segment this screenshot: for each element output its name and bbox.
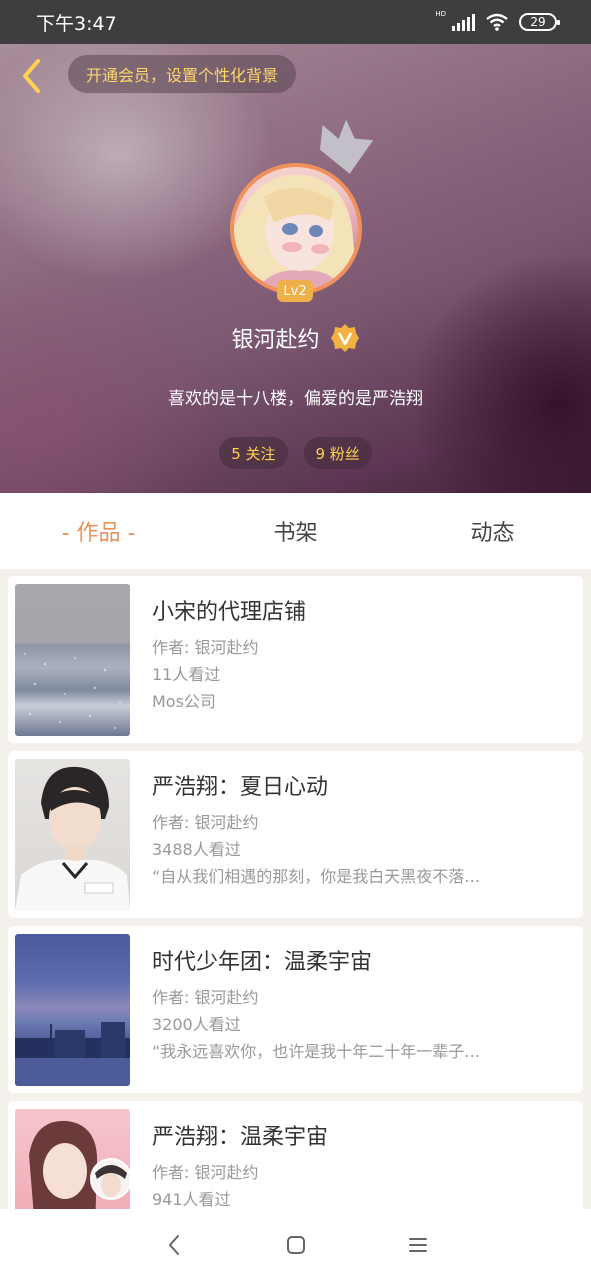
menu-icon xyxy=(408,1237,427,1252)
chevron-left-icon xyxy=(23,59,40,93)
nav-home-button[interactable] xyxy=(281,1230,311,1260)
tab-bookshelf[interactable]: 书架 xyxy=(197,493,394,569)
work-author: 作者: 银河赴约 xyxy=(152,813,259,832)
following-count[interactable]: 5 关注 xyxy=(219,437,288,469)
work-author: 作者: 银河赴约 xyxy=(152,988,259,1007)
work-title: 严浩翔：夏日心动 xyxy=(152,775,329,800)
work-description: Mos公司 xyxy=(152,692,216,711)
work-info: 严浩翔：夏日心动 作者: 银河赴约 3488人看过 “自从我们相遇的那刻，你是我… xyxy=(152,769,569,890)
work-description: “我永远喜欢你，也许是我十年二十年一辈子… xyxy=(152,1042,481,1061)
sea-sparkle-graphic xyxy=(24,653,121,729)
work-views: 11人看过 xyxy=(152,665,221,684)
cover-image xyxy=(15,759,130,911)
back-button[interactable] xyxy=(14,56,48,96)
battery-icon: 29 xyxy=(519,13,560,31)
nav-back-button[interactable] xyxy=(159,1230,189,1260)
battery-level: 29 xyxy=(530,15,546,29)
profile-bio: 喜欢的是十八楼，偏爱的是严浩翔 xyxy=(168,389,423,409)
list-item[interactable]: 小宋的代理店铺 作者: 银河赴约 11人看过 Mos公司 xyxy=(8,576,583,743)
signal-icon xyxy=(452,13,475,31)
verified-v-icon xyxy=(330,324,359,352)
work-views: 3488人看过 xyxy=(152,840,241,859)
wifi-icon xyxy=(486,13,508,31)
work-info: 严浩翔：温柔宇宙 作者: 银河赴约 941人看过 xyxy=(152,1119,569,1209)
level-badge: Lv2 xyxy=(277,280,313,302)
work-title: 严浩翔：温柔宇宙 xyxy=(152,1125,329,1150)
list-item[interactable]: 严浩翔：温柔宇宙 作者: 银河赴约 941人看过 xyxy=(8,1101,583,1209)
work-description: “自从我们相遇的那刻，你是我白天黑夜不落… xyxy=(152,867,481,886)
tab-activity[interactable]: 动态 xyxy=(394,493,591,569)
work-views: 3200人看过 xyxy=(152,1015,241,1034)
profile-tabs: - 作品 - 书架 动态 xyxy=(0,493,591,569)
list-item[interactable]: 时代少年团：温柔宇宙 作者: 银河赴约 3200人看过 “我永远喜欢你，也许是我… xyxy=(8,926,583,1093)
cover-image xyxy=(15,1109,130,1209)
cover-image xyxy=(15,584,130,736)
status-time: 下午3:47 xyxy=(36,12,117,35)
avatar[interactable] xyxy=(230,163,362,295)
status-bar: 下午3:47 HD 29 xyxy=(0,0,591,44)
work-title: 时代少年团：温柔宇宙 xyxy=(152,950,373,975)
username: 银河赴约 xyxy=(231,328,320,353)
work-info: 小宋的代理店铺 作者: 银河赴约 11人看过 Mos公司 xyxy=(152,594,569,715)
couple-portrait-graphic xyxy=(29,1120,130,1209)
harbor-skyline-graphic xyxy=(15,1022,130,1086)
work-title: 小宋的代理店铺 xyxy=(152,600,307,625)
tab-works[interactable]: - 作品 - xyxy=(0,493,197,569)
portrait-graphic xyxy=(15,766,130,911)
username-row: 银河赴约 xyxy=(0,322,591,354)
work-views: 941人看过 xyxy=(152,1190,231,1209)
list-item[interactable]: 严浩翔：夏日心动 作者: 银河赴约 3488人看过 “自从我们相遇的那刻，你是我… xyxy=(8,751,583,918)
chevron-left-icon xyxy=(168,1234,179,1255)
home-square-icon xyxy=(286,1235,305,1254)
system-nav-bar xyxy=(0,1209,591,1280)
network-type-label: HD xyxy=(435,10,446,18)
cover-image xyxy=(15,934,130,1086)
followers-count[interactable]: 9 粉丝 xyxy=(303,437,372,469)
work-info: 时代少年团：温柔宇宙 作者: 银河赴约 3200人看过 “我永远喜欢你，也许是我… xyxy=(152,944,569,1065)
profile-header: 开通会员，设置个性化背景 Lv2 银河赴约 喜欢的是十八楼，偏爱的是严浩翔 5 … xyxy=(0,44,591,493)
nav-menu-button[interactable] xyxy=(403,1230,433,1260)
works-list: 小宋的代理店铺 作者: 银河赴约 11人看过 Mos公司 严浩翔：夏日心动 作者… xyxy=(0,569,591,1209)
vip-background-banner[interactable]: 开通会员，设置个性化背景 xyxy=(68,55,297,93)
avatar-illustration xyxy=(234,174,358,291)
status-icons: HD 29 xyxy=(435,10,560,31)
work-author: 作者: 银河赴约 xyxy=(152,1163,259,1182)
follow-stats: 5 关注 9 粉丝 xyxy=(0,437,591,469)
work-author: 作者: 银河赴约 xyxy=(152,638,259,657)
